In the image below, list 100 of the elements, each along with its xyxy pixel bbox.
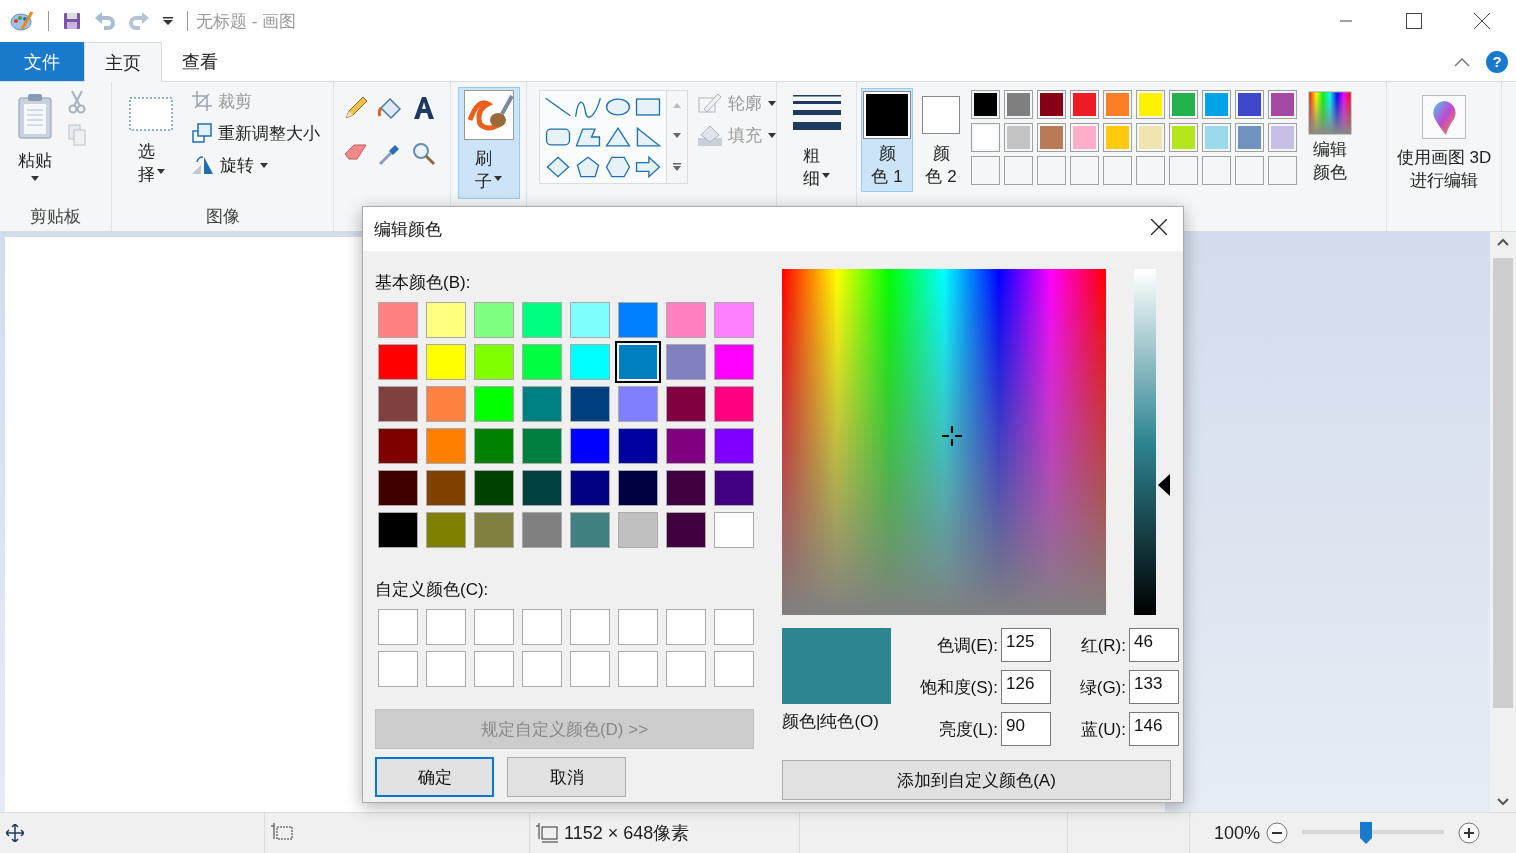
magnifier-icon[interactable] — [412, 142, 436, 166]
edit-colors-button[interactable]: 编辑颜色 — [1301, 88, 1359, 188]
color-swatch[interactable] — [570, 428, 610, 464]
empty-swatch[interactable] — [1235, 156, 1264, 185]
scroll-down-icon[interactable] — [673, 133, 681, 138]
empty-swatch[interactable] — [474, 609, 514, 645]
empty-swatch[interactable] — [666, 651, 706, 687]
empty-swatch[interactable] — [971, 156, 1000, 185]
color-swatch[interactable] — [474, 428, 514, 464]
empty-swatch[interactable] — [1268, 156, 1297, 185]
color-button[interactable]: 颜色 2 — [915, 88, 967, 192]
color-swatch[interactable] — [618, 302, 658, 338]
color-swatch[interactable] — [522, 512, 562, 548]
input-field[interactable]: 90 — [1001, 712, 1051, 746]
color-swatch[interactable] — [618, 512, 658, 548]
paint-3d-button[interactable]: 使用画图 3D 进行编辑 — [1387, 92, 1501, 196]
color-swatch[interactable] — [474, 302, 514, 338]
color-swatch[interactable] — [522, 428, 562, 464]
color-swatch[interactable] — [378, 302, 418, 338]
color-swatch[interactable] — [570, 302, 610, 338]
rotate-button[interactable]: 旋转 — [192, 152, 320, 178]
color-swatch[interactable] — [666, 512, 706, 548]
slider-thumb[interactable] — [1359, 822, 1372, 844]
scroll-down-icon[interactable] — [1497, 798, 1509, 806]
cancel-button[interactable]: 取消 — [507, 757, 626, 797]
color-swatch[interactable] — [426, 428, 466, 464]
scissors-icon[interactable] — [68, 90, 86, 114]
color-swatch[interactable] — [474, 512, 514, 548]
hexagon-icon[interactable] — [603, 154, 633, 180]
empty-swatch[interactable] — [1037, 156, 1066, 185]
arrow-icon[interactable] — [633, 154, 663, 180]
color-swatch[interactable] — [618, 470, 658, 506]
tab[interactable]: 主页 — [84, 42, 162, 82]
select-button[interactable]: 选择 — [122, 88, 180, 190]
empty-swatch[interactable] — [378, 609, 418, 645]
resize-button[interactable]: 重新调整大小 — [192, 120, 320, 146]
scrollbar[interactable] — [1490, 232, 1516, 812]
input-field[interactable]: 133 — [1129, 670, 1179, 704]
color-swatch[interactable] — [378, 344, 418, 380]
empty-swatch[interactable] — [1004, 156, 1033, 185]
color-swatch[interactable] — [426, 302, 466, 338]
color-swatch[interactable] — [522, 344, 562, 380]
color-swatch[interactable] — [714, 512, 754, 548]
color-swatch[interactable] — [378, 470, 418, 506]
help-button[interactable]: ? — [1486, 50, 1508, 73]
copy-icon[interactable] — [68, 124, 86, 146]
color-swatch[interactable] — [570, 470, 610, 506]
input-field[interactable]: 146 — [1129, 712, 1179, 746]
ok-button[interactable]: 确定 — [375, 757, 494, 797]
expand-gallery-icon[interactable] — [673, 162, 681, 171]
empty-swatch[interactable] — [1103, 156, 1132, 185]
zoom-in-icon[interactable] — [1458, 822, 1481, 844]
empty-swatch[interactable] — [426, 609, 466, 645]
empty-swatch[interactable] — [426, 651, 466, 687]
paste-button[interactable]: 粘贴 — [10, 88, 60, 184]
color-swatch[interactable] — [714, 386, 754, 422]
color-swatch[interactable] — [522, 386, 562, 422]
empty-swatch[interactable] — [1202, 156, 1231, 185]
color-swatch[interactable] — [666, 470, 706, 506]
color-swatch[interactable] — [666, 302, 706, 338]
tab[interactable]: 文件 — [0, 42, 84, 81]
tab[interactable]: 查看 — [162, 42, 238, 81]
color-spectrum[interactable] — [782, 269, 1106, 615]
color-swatch[interactable] — [474, 344, 514, 380]
color-swatch[interactable] — [666, 344, 706, 380]
empty-swatch[interactable] — [1136, 156, 1165, 185]
color-swatch[interactable] — [378, 428, 418, 464]
color-swatch[interactable] — [570, 344, 610, 380]
empty-swatch[interactable] — [570, 609, 610, 645]
zoom-out-icon[interactable] — [1266, 822, 1289, 844]
add-custom-color-button[interactable]: 添加到自定义颜色(A) — [782, 760, 1171, 800]
empty-swatch[interactable] — [714, 651, 754, 687]
color-swatch[interactable] — [522, 302, 562, 338]
color-swatch[interactable] — [714, 470, 754, 506]
color-swatch[interactable] — [666, 428, 706, 464]
color-swatch[interactable] — [426, 386, 466, 422]
save-icon[interactable] — [63, 12, 81, 30]
redo-icon[interactable] — [129, 12, 149, 30]
color-swatch[interactable] — [570, 512, 610, 548]
empty-swatch[interactable] — [474, 651, 514, 687]
color-swatch[interactable] — [618, 428, 658, 464]
empty-swatch[interactable] — [1070, 156, 1099, 185]
color-swatch[interactable] — [522, 470, 562, 506]
empty-swatch[interactable] — [666, 609, 706, 645]
color-swatch[interactable] — [618, 386, 658, 422]
pencil-icon[interactable] — [344, 96, 368, 120]
color-swatch[interactable] — [714, 344, 754, 380]
color-swatch[interactable] — [378, 512, 418, 548]
eyedropper-icon[interactable] — [378, 142, 402, 166]
color-swatch[interactable] — [570, 386, 610, 422]
dropdown-icon[interactable] — [163, 17, 173, 25]
palette-icon[interactable] — [10, 9, 34, 33]
text-icon[interactable] — [412, 96, 436, 120]
eraser-icon[interactable] — [344, 142, 370, 162]
empty-swatch[interactable] — [522, 609, 562, 645]
empty-swatch[interactable] — [618, 609, 658, 645]
color-swatch[interactable] — [474, 386, 514, 422]
color-swatch[interactable] — [378, 386, 418, 422]
empty-swatch[interactable] — [570, 651, 610, 687]
collapse-icon[interactable] — [1454, 56, 1470, 67]
